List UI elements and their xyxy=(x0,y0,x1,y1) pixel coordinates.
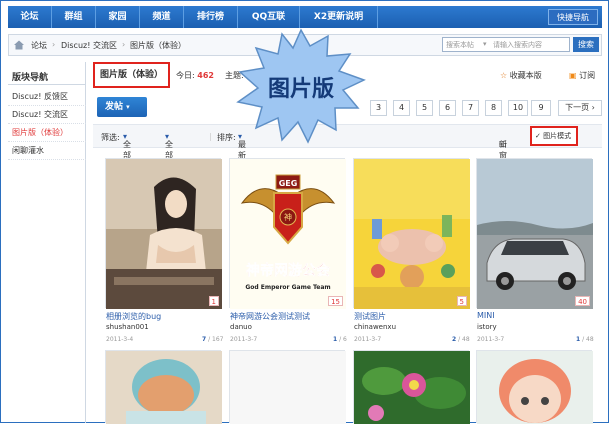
thumbnail-card[interactable] xyxy=(229,350,346,424)
breadcrumb-separator: › xyxy=(122,40,126,49)
thumbnail-date: 2011-3-7 xyxy=(230,336,258,343)
thumbnail-author[interactable]: chinawenxu xyxy=(354,323,396,331)
breadcrumb-forum[interactable]: 论坛 xyxy=(31,40,47,51)
page-link[interactable]: 8 xyxy=(485,100,502,116)
thumbnail-card[interactable] xyxy=(105,350,222,424)
subscribe-link[interactable]: ▣ 订阅 xyxy=(569,70,595,81)
thumbnail-card[interactable]: 40 xyxy=(476,158,593,309)
nav-item-qq[interactable]: QQ互联 xyxy=(238,6,300,28)
nav-item-channel[interactable]: 频道 xyxy=(140,6,184,28)
next-page-button[interactable]: 下一页 › xyxy=(558,100,602,116)
page-link[interactable]: 6 xyxy=(439,100,456,116)
thumbnail-card[interactable]: 5 xyxy=(353,158,470,309)
thumbnail-image[interactable] xyxy=(477,159,593,309)
filter-topics[interactable]: 全部主题 ▾ xyxy=(123,132,131,182)
page-link[interactable]: 7 xyxy=(462,100,479,116)
search-placeholder: 请输入搜索内容 xyxy=(493,41,542,49)
thumbnail-date: 2011-3-7 xyxy=(354,336,382,343)
nav-item-ranking[interactable]: 排行榜 xyxy=(184,6,238,28)
image-count-badge: 5 xyxy=(456,296,467,306)
thumbnail-card[interactable] xyxy=(476,350,593,424)
sidebar-title: 版块导航 xyxy=(12,73,49,83)
today-stat: 今日: 462 xyxy=(176,71,214,80)
favorite-link[interactable]: ☆ 收藏本版 xyxy=(500,70,542,81)
thumbnail-title[interactable]: 相册浏览的bug xyxy=(106,311,161,322)
sidebar-item-feedback[interactable]: Discuz! 反馈区 xyxy=(8,88,86,106)
divider xyxy=(8,84,86,85)
quick-nav-button[interactable]: 快捷导航 xyxy=(548,9,598,25)
home-icon[interactable] xyxy=(13,39,25,51)
thumbnail-stats: 1 / 48 xyxy=(576,336,594,343)
badge-geg-text: GEG xyxy=(279,179,298,188)
thumbnail-card[interactable]: 1 xyxy=(105,158,222,309)
picture-mode-toggle[interactable]: ✓ 图片模式 xyxy=(530,126,578,146)
breadcrumb-current: 图片版（体验） xyxy=(130,41,186,50)
check-icon: ✓ xyxy=(535,132,541,140)
image-count-badge: 1 xyxy=(208,296,219,306)
sidebar-item-exchange[interactable]: Discuz! 交流区 xyxy=(8,106,86,124)
breadcrumb-separator: › xyxy=(52,40,56,49)
guild-subtitle-text: God Emperor Game Team xyxy=(245,284,330,291)
search-scope[interactable]: 搜索本帖 xyxy=(446,40,474,50)
image-count-badge: 40 xyxy=(575,296,590,306)
page-link[interactable]: 10 xyxy=(508,100,528,116)
thumbnail-author[interactable]: shushan001 xyxy=(106,323,149,331)
thumbnail-title[interactable]: 神帝网游公会测试测试 xyxy=(230,311,310,322)
nav-item-x2[interactable]: X2更新说明 xyxy=(300,6,378,28)
search-input[interactable]: 搜索本帖 ▾ 请输入搜索内容 xyxy=(442,37,570,52)
nav-item-home[interactable]: 家园 xyxy=(96,6,140,28)
page-link[interactable]: 4 xyxy=(393,100,410,116)
thumbnail-title[interactable]: MINI xyxy=(477,311,495,320)
thumbnail-image[interactable] xyxy=(354,351,470,424)
page-link[interactable]: 5 xyxy=(416,100,433,116)
thumbnail-stats: 2 / 48 xyxy=(452,336,470,343)
rss-icon: ▣ xyxy=(569,71,577,80)
thumbnail-image[interactable] xyxy=(106,351,222,424)
thumbnail-image[interactable] xyxy=(477,351,593,424)
sidebar-item-picture[interactable]: 图片版（体验） xyxy=(8,124,86,142)
guild-title-text: 神帝网游公会 xyxy=(246,262,331,279)
nav-item-forum[interactable]: 论坛 xyxy=(8,6,52,28)
page-link[interactable]: 9 xyxy=(531,100,551,116)
sidebar-item-chat[interactable]: 闲聊灌水 xyxy=(8,142,86,160)
forum-title: 图片版（体验） xyxy=(93,62,170,88)
filter-label: 筛选: xyxy=(101,133,120,142)
thumbnail-card[interactable]: GEG 神 神帝网游公会 God Emperor Game Team 15 xyxy=(229,158,346,309)
star-icon: ☆ xyxy=(500,71,508,80)
badge-seal-text: 神 xyxy=(284,212,292,222)
thumbnail-author[interactable]: danuo xyxy=(230,323,252,331)
thumbnail-title[interactable]: 测试图片 xyxy=(354,311,386,322)
thumbnail-stats: 1 / 6 xyxy=(333,336,347,343)
image-count-badge: 15 xyxy=(328,296,343,306)
search-scope-chevron-icon[interactable]: ▾ xyxy=(483,40,487,48)
thumbnail-date: 2011-3-7 xyxy=(477,336,505,343)
divider: | xyxy=(209,132,212,141)
thumbnail-image[interactable] xyxy=(230,351,346,424)
sidebar: 版块导航 Discuz! 反馈区 Discuz! 交流区 图片版（体验） 闲聊灌… xyxy=(8,62,86,423)
nav-item-group[interactable]: 群组 xyxy=(52,6,96,28)
breadcrumb-exchange[interactable]: Discuz! 交流区 xyxy=(61,40,117,51)
thumbnail-date: 2011-3-4 xyxy=(106,336,134,343)
badge-text: 图片版 xyxy=(268,77,334,102)
thumbnail-image[interactable]: GEG 神 神帝网游公会 God Emperor Game Team xyxy=(230,159,346,309)
top-nav: 论坛 群组 家园 频道 排行榜 QQ互联 X2更新说明 快捷导航 xyxy=(8,6,602,28)
search-button[interactable]: 搜索 xyxy=(573,37,599,52)
thumbnail-image[interactable] xyxy=(354,159,470,309)
page-link[interactable]: 3 xyxy=(370,100,387,116)
post-button[interactable]: 发帖 ▾ xyxy=(97,97,147,117)
filter-time[interactable]: 全部时间 ▾ xyxy=(165,132,173,182)
thumbnail-card[interactable] xyxy=(353,350,470,424)
thumbnail-image[interactable] xyxy=(106,159,222,309)
thumbnail-stats: 7 / 167 xyxy=(202,336,224,343)
picture-board-badge: 图片版 xyxy=(236,28,366,144)
thumbnail-author[interactable]: istory xyxy=(477,323,497,331)
chevron-down-icon: ▾ xyxy=(126,103,130,111)
